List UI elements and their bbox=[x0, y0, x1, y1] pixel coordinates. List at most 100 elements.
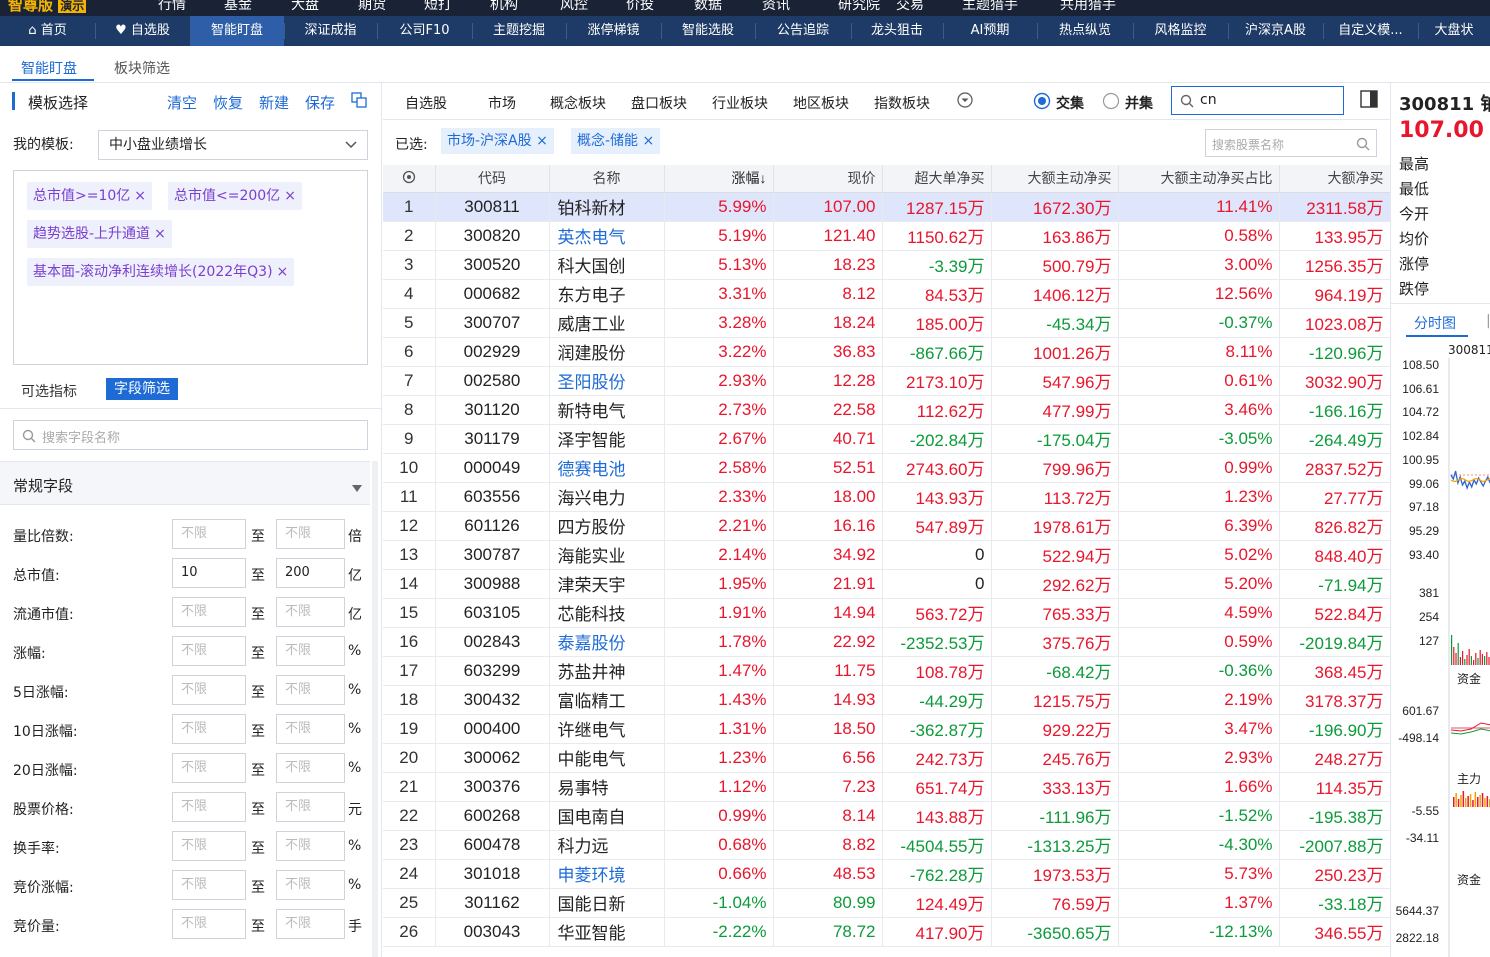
max-input[interactable]: 不限 bbox=[276, 909, 345, 939]
copy-icon[interactable] bbox=[351, 92, 367, 112]
min-input[interactable]: 不限 bbox=[172, 597, 246, 627]
tab-field-filter[interactable]: 字段筛选 bbox=[106, 378, 178, 400]
nav-item[interactable]: 涨停梯镜 bbox=[566, 16, 661, 46]
min-input[interactable]: 10 bbox=[172, 558, 246, 588]
condition-tag[interactable]: 趋势选股-上升通道 × bbox=[27, 220, 172, 248]
min-input[interactable]: 不限 bbox=[172, 831, 246, 861]
template-select[interactable]: 中小盘业绩增长 bbox=[98, 130, 368, 160]
table-row[interactable]: 2 300820 英杰电气 5.19% 121.40 1150.62万 163.86万 0.5… bbox=[383, 221, 1391, 251]
selected-chip[interactable]: 市场-沪深A股 × bbox=[441, 128, 554, 154]
table-row[interactable]: 24 301018 申菱环境 0.66% 48.53 -762.28万 1973.53万 5.… bbox=[383, 859, 1391, 889]
table-row[interactable]: 15 603105 芯能科技 1.91% 14.94 563.72万 765.33万 4.59… bbox=[383, 598, 1391, 628]
column-header[interactable]: 大额主动净买占比 bbox=[1118, 165, 1280, 193]
table-cell[interactable]: 圣阳股份 bbox=[549, 366, 665, 396]
nav-item[interactable]: 公告追踪 bbox=[755, 16, 851, 46]
menu-item[interactable]: 短打 bbox=[424, 0, 452, 14]
max-input[interactable]: 不限 bbox=[276, 870, 345, 900]
nav-item[interactable]: 风格监控 bbox=[1133, 16, 1228, 46]
max-input[interactable]: 不限 bbox=[276, 792, 345, 822]
condition-tag[interactable]: 总市值<=200亿 × bbox=[168, 182, 302, 210]
table-row[interactable]: 9 301179 泽宇智能 2.67% 40.71 -202.84万 -175.04万 -3.… bbox=[383, 424, 1391, 454]
min-input[interactable]: 不限 bbox=[172, 870, 246, 900]
nav-item[interactable]: ♥ 自选股 bbox=[95, 16, 190, 46]
menu-item[interactable]: 资讯 bbox=[762, 0, 790, 14]
more-dropdown-icon[interactable] bbox=[957, 92, 973, 112]
menu-item[interactable]: 机构 bbox=[490, 0, 518, 14]
menu-item[interactable]: 共用猎手 bbox=[1060, 0, 1116, 14]
table-row[interactable]: 26 003043 华亚智能 -2.22% 78.72 417.90万 -3650.65万 -… bbox=[383, 917, 1391, 947]
board-tab[interactable]: 概念板块 bbox=[550, 93, 606, 113]
max-input[interactable]: 不限 bbox=[276, 597, 345, 627]
column-header[interactable]: 现价 bbox=[773, 165, 883, 193]
board-search-input[interactable]: cn bbox=[1171, 86, 1344, 115]
table-row[interactable]: 11 603556 海兴电力 2.33% 18.00 143.93万 113.72万 1.23… bbox=[383, 482, 1391, 512]
min-input[interactable]: 不限 bbox=[172, 792, 246, 822]
max-input[interactable]: 不限 bbox=[276, 675, 345, 705]
settings-column-header[interactable] bbox=[383, 165, 436, 193]
nav-item[interactable]: 智能盯盘 bbox=[190, 16, 284, 46]
nav-item[interactable]: 公司F10 bbox=[377, 16, 472, 46]
field-search[interactable]: 搜索字段名称 bbox=[13, 420, 368, 450]
nav-item[interactable]: 深证成指 bbox=[284, 16, 377, 46]
table-cell[interactable]: 申菱环境 bbox=[549, 859, 665, 889]
nav-item[interactable]: 自定义模... bbox=[1323, 16, 1418, 46]
tab-smart-watch[interactable]: 智能盯盘 bbox=[21, 58, 77, 78]
table-row[interactable]: 13 300787 海能实业 2.14% 34.92 0 522.94万 5.02% 848.4… bbox=[383, 540, 1391, 570]
table-cell[interactable]: 泰嘉股份 bbox=[549, 627, 665, 657]
min-input[interactable]: 不限 bbox=[172, 909, 246, 939]
close-icon[interactable]: × bbox=[154, 226, 166, 242]
min-input[interactable]: 不限 bbox=[172, 753, 246, 783]
max-input[interactable]: 不限 bbox=[276, 636, 345, 666]
column-header[interactable]: 超大单净买 bbox=[882, 165, 992, 193]
table-row[interactable]: 6 002929 润建股份 3.22% 36.83 -867.66万 1001.26万 8.1… bbox=[383, 337, 1391, 367]
table-row[interactable]: 17 603299 苏盐井神 1.47% 11.75 108.78万 -68.42万 -0.3… bbox=[383, 656, 1391, 686]
table-row[interactable]: 14 300988 津荣天宇 1.95% 21.91 0 292.62万 5.20% -71.9… bbox=[383, 569, 1391, 599]
condition-tag[interactable]: 总市值>=10亿 × bbox=[27, 182, 153, 210]
radio-intersect[interactable] bbox=[1033, 92, 1051, 114]
max-input[interactable]: 不限 bbox=[276, 519, 345, 549]
max-input[interactable]: 200 bbox=[276, 558, 345, 588]
column-header[interactable]: 大额主动净买 bbox=[991, 165, 1119, 193]
close-icon[interactable]: × bbox=[643, 133, 655, 149]
board-tab[interactable]: 行业板块 bbox=[712, 93, 768, 113]
board-tab[interactable]: 地区板块 bbox=[793, 93, 849, 113]
table-row[interactable]: 8 301120 新特电气 2.73% 22.58 112.62万 477.99万 3.46%… bbox=[383, 395, 1391, 425]
table-row[interactable]: 5 300707 威唐工业 3.28% 18.24 185.00万 -45.34万 -0.37… bbox=[383, 308, 1391, 338]
close-icon[interactable]: × bbox=[134, 188, 146, 204]
min-input[interactable]: 不限 bbox=[172, 519, 246, 549]
column-header[interactable]: 名称 bbox=[549, 165, 665, 193]
nav-item[interactable]: 龙头狙击 bbox=[851, 16, 943, 46]
nav-item[interactable]: 智能选股 bbox=[661, 16, 755, 46]
table-row[interactable]: 20 300062 中能电气 1.23% 6.56 242.73万 245.76万 2.93%… bbox=[383, 743, 1391, 773]
menu-item[interactable]: 数据 bbox=[694, 0, 722, 14]
table-row[interactable]: 18 300432 富临精工 1.43% 14.93 -44.29万 1215.75万 2.1… bbox=[383, 685, 1391, 715]
menu-item[interactable]: 风控 bbox=[560, 0, 588, 14]
nav-item[interactable]: ⌂ 首页 bbox=[0, 16, 95, 46]
nav-item[interactable]: 主题挖掘 bbox=[472, 16, 566, 46]
nav-item[interactable]: AI预期 bbox=[943, 16, 1037, 46]
max-input[interactable]: 不限 bbox=[276, 753, 345, 783]
clear-button[interactable]: 清空 bbox=[167, 92, 197, 113]
save-button[interactable]: 保存 bbox=[305, 92, 335, 113]
menu-item[interactable]: 基金 bbox=[224, 0, 252, 14]
board-tab[interactable]: 盘口板块 bbox=[631, 93, 687, 113]
menu-item[interactable]: 行情 bbox=[158, 0, 186, 14]
nav-item[interactable]: 大盘状 bbox=[1418, 16, 1490, 46]
min-input[interactable]: 不限 bbox=[172, 636, 246, 666]
max-input[interactable]: 不限 bbox=[276, 714, 345, 744]
board-tab[interactable]: 自选股 bbox=[405, 93, 447, 113]
column-header[interactable]: 代码 bbox=[435, 165, 550, 193]
table-row[interactable]: 23 600478 科力远 0.68% 8.82 -4504.55万 -1313.25万 -4… bbox=[383, 830, 1391, 860]
min-input[interactable]: 不限 bbox=[172, 714, 246, 744]
table-cell[interactable]: 英杰电气 bbox=[549, 221, 665, 251]
panel-toggle-icon[interactable] bbox=[1360, 90, 1378, 112]
menu-item[interactable]: 交易 bbox=[896, 0, 924, 14]
scrollbar[interactable] bbox=[372, 461, 378, 957]
min-input[interactable]: 不限 bbox=[172, 675, 246, 705]
stock-search-input[interactable]: 搜索股票名称 bbox=[1205, 129, 1377, 157]
close-icon[interactable]: × bbox=[284, 188, 296, 204]
column-header[interactable]: 涨幅↓ bbox=[664, 165, 774, 193]
table-row[interactable]: 25 301162 国能日新 -1.04% 80.99 124.49万 76.59万 1.37… bbox=[383, 888, 1391, 918]
column-header[interactable]: 大额净买 bbox=[1279, 165, 1391, 193]
settings-icon[interactable] bbox=[402, 170, 416, 187]
